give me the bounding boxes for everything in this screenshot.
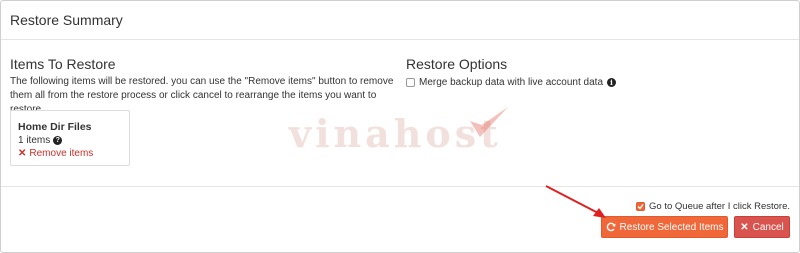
queue-checkbox[interactable]	[636, 202, 646, 211]
restore-selected-items-button[interactable]: Restore Selected Items	[601, 216, 728, 238]
modal-footer: Go to Queue after I click Restore. Resto…	[1, 186, 799, 253]
question-icon[interactable]: ?	[53, 136, 63, 145]
merge-option-row: Merge backup data with live account data…	[406, 77, 616, 88]
merge-label: Merge backup data with live account data	[419, 77, 603, 88]
queue-option-row: Go to Queue after I click Restore.	[636, 201, 790, 212]
items-to-restore-heading: Items To Restore	[10, 56, 116, 72]
remove-items-link[interactable]: ✕ Remove items	[18, 148, 93, 159]
restore-options-heading: Restore Options	[406, 56, 508, 72]
cancel-button[interactable]: ✕ Cancel	[734, 216, 790, 238]
remove-items-label: Remove items	[29, 148, 94, 159]
annotation-arrow-icon	[545, 185, 606, 218]
restore-button-label: Restore Selected Items	[619, 221, 724, 233]
item-count-label: 1 items	[18, 135, 51, 146]
queue-label: Go to Queue after I click Restore.	[649, 201, 790, 212]
item-name: Home Dir Files	[18, 121, 92, 133]
merge-checkbox[interactable]	[406, 78, 415, 87]
item-count: 1 items ?	[18, 135, 63, 146]
info-icon[interactable]: i	[607, 78, 616, 87]
restore-item-card: Home Dir Files 1 items ? ✕ Remove items	[10, 110, 130, 166]
watermark-check-icon	[470, 107, 508, 137]
cancel-button-label: Cancel	[752, 221, 784, 233]
modal-title: Restore Summary	[10, 12, 123, 28]
refresh-icon	[606, 222, 616, 232]
restore-summary-modal: Restore Summary Items To Restore The fol…	[0, 0, 800, 253]
close-icon: ✕	[740, 221, 749, 233]
modal-header: Restore Summary	[1, 1, 799, 40]
close-icon: ✕	[18, 148, 27, 159]
